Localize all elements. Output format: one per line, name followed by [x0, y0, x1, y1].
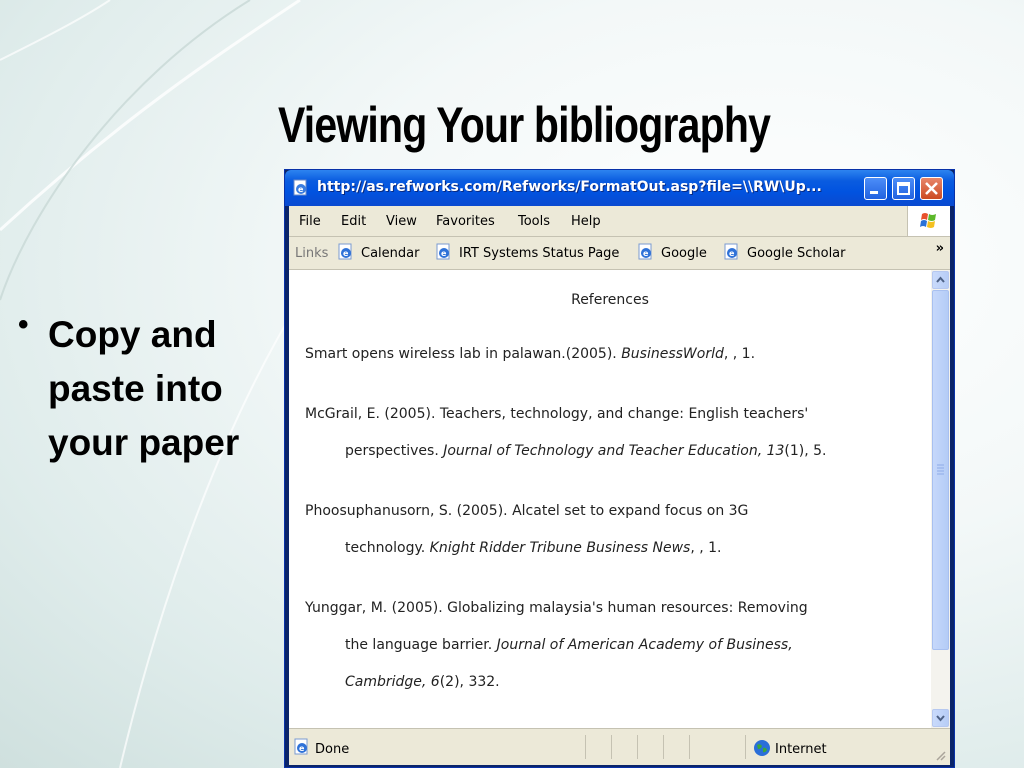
close-icon — [925, 182, 938, 195]
links-bar: Links e Calendar e IRT Systems Status Pa… — [289, 237, 950, 270]
minimize-button[interactable] — [864, 177, 887, 200]
reference-line: McGrail, E. (2005). Teachers, technology… — [305, 406, 809, 422]
status-divider — [637, 735, 638, 759]
scrollbar-thumb[interactable] — [932, 290, 949, 650]
window-title: http://as.refworks.com/Refworks/FormatOu… — [317, 179, 822, 195]
svg-text:e: e — [441, 249, 447, 258]
maximize-button[interactable] — [892, 177, 915, 200]
reference-entry: Smart opens wireless lab in palawan.(200… — [305, 336, 915, 373]
ie-page-icon: e — [638, 243, 652, 260]
status-divider — [689, 735, 690, 759]
scroll-down-button[interactable] — [932, 709, 949, 727]
status-divider — [745, 735, 746, 759]
svg-text:e: e — [643, 249, 649, 258]
ie-page-icon: e — [294, 738, 308, 755]
grip-icon — [937, 464, 944, 475]
reference-text: Smart opens wireless lab in palawan.(200… — [305, 346, 622, 362]
reference-entry: Yunggar, M. (2005). Globalizing malaysia… — [305, 590, 915, 701]
slide-title: Viewing Your bibliography — [278, 97, 771, 153]
menu-bar: File Edit View Favorites Tools Help — [289, 206, 950, 237]
more-links-chevron-icon[interactable]: » — [936, 241, 944, 256]
status-divider — [611, 735, 612, 759]
references-heading: References — [571, 292, 649, 308]
reference-entry: Phoosuphanusorn, S. (2005). Alcatel set … — [305, 493, 915, 567]
reference-line: technology. Knight Ridder Tribune Busine… — [305, 530, 915, 567]
reference-source: Knight Ridder Tribune Business News — [429, 540, 691, 556]
reference-source: Journal of Technology and Teacher Educat… — [443, 443, 785, 459]
link-label: Google — [661, 246, 707, 261]
reference-text: perspectives. — [345, 443, 444, 459]
reference-text: , , 1. — [690, 540, 722, 556]
status-text: Done — [315, 742, 350, 757]
scroll-up-button[interactable] — [932, 271, 949, 289]
bullet-point: • Copy and paste into your paper — [18, 308, 288, 470]
reference-line: the language barrier. Journal of America… — [305, 627, 915, 664]
svg-text:e: e — [298, 185, 304, 194]
bullet-text: Copy and paste into your paper — [48, 314, 240, 463]
reference-line: Phoosuphanusorn, S. (2005). Alcatel set … — [305, 503, 749, 519]
link-label: Google Scholar — [747, 246, 846, 261]
status-divider — [663, 735, 664, 759]
arrow-up-icon — [936, 276, 945, 283]
menu-tools[interactable]: Tools — [518, 214, 550, 229]
close-button[interactable] — [920, 177, 943, 200]
minimize-icon — [870, 191, 878, 194]
svg-text:e: e — [299, 744, 305, 753]
svg-text:e: e — [343, 249, 349, 258]
reference-source: Cambridge, 6 — [345, 674, 440, 690]
windows-logo-icon — [907, 206, 950, 236]
links-label: Links — [295, 246, 329, 261]
svg-text:e: e — [729, 249, 735, 258]
reference-line: perspectives. Journal of Technology and … — [305, 433, 915, 470]
reference-text: the language barrier. — [345, 637, 497, 653]
bullet-dot-icon: • — [18, 308, 29, 341]
link-label: Calendar — [361, 246, 420, 261]
reference-source: BusinessWorld — [621, 346, 724, 362]
menu-file[interactable]: File — [299, 214, 321, 229]
resize-grip-icon[interactable] — [935, 750, 947, 762]
reference-text: technology. — [345, 540, 430, 556]
menu-view[interactable]: View — [386, 214, 417, 229]
reference-source: Journal of American Academy of Business, — [496, 637, 793, 653]
link-label: IRT Systems Status Page — [459, 246, 620, 261]
reference-entry: McGrail, E. (2005). Teachers, technology… — [305, 396, 915, 470]
status-divider — [585, 735, 586, 759]
document-area: References Smart opens wireless lab in p… — [289, 270, 931, 728]
reference-line: Yunggar, M. (2005). Globalizing malaysia… — [305, 600, 808, 616]
reference-text: (2), 332. — [439, 674, 500, 690]
menu-edit[interactable]: Edit — [341, 214, 366, 229]
status-bar: e Done Internet — [289, 728, 950, 765]
security-zone: Internet — [775, 742, 827, 757]
arrow-down-icon — [936, 715, 945, 722]
ie-page-icon: e — [724, 243, 738, 260]
ie-page-icon: e — [436, 243, 450, 260]
reference-line: Cambridge, 6(2), 332. — [305, 664, 915, 701]
reference-text: (1), 5. — [784, 443, 827, 459]
title-bar[interactable]: e http://as.refworks.com/Refworks/Format… — [285, 170, 954, 206]
maximize-icon — [897, 182, 910, 195]
globe-icon — [754, 740, 770, 756]
vertical-scrollbar[interactable] — [931, 270, 950, 728]
reference-line: Smart opens wireless lab in palawan.(200… — [305, 336, 915, 373]
menu-favorites[interactable]: Favorites — [436, 214, 495, 229]
menu-help[interactable]: Help — [571, 214, 601, 229]
ie-page-icon: e — [338, 243, 352, 260]
reference-text: , , 1. — [723, 346, 756, 362]
ie-page-icon: e — [293, 179, 307, 196]
browser-window: e http://as.refworks.com/Refworks/Format… — [284, 169, 955, 768]
